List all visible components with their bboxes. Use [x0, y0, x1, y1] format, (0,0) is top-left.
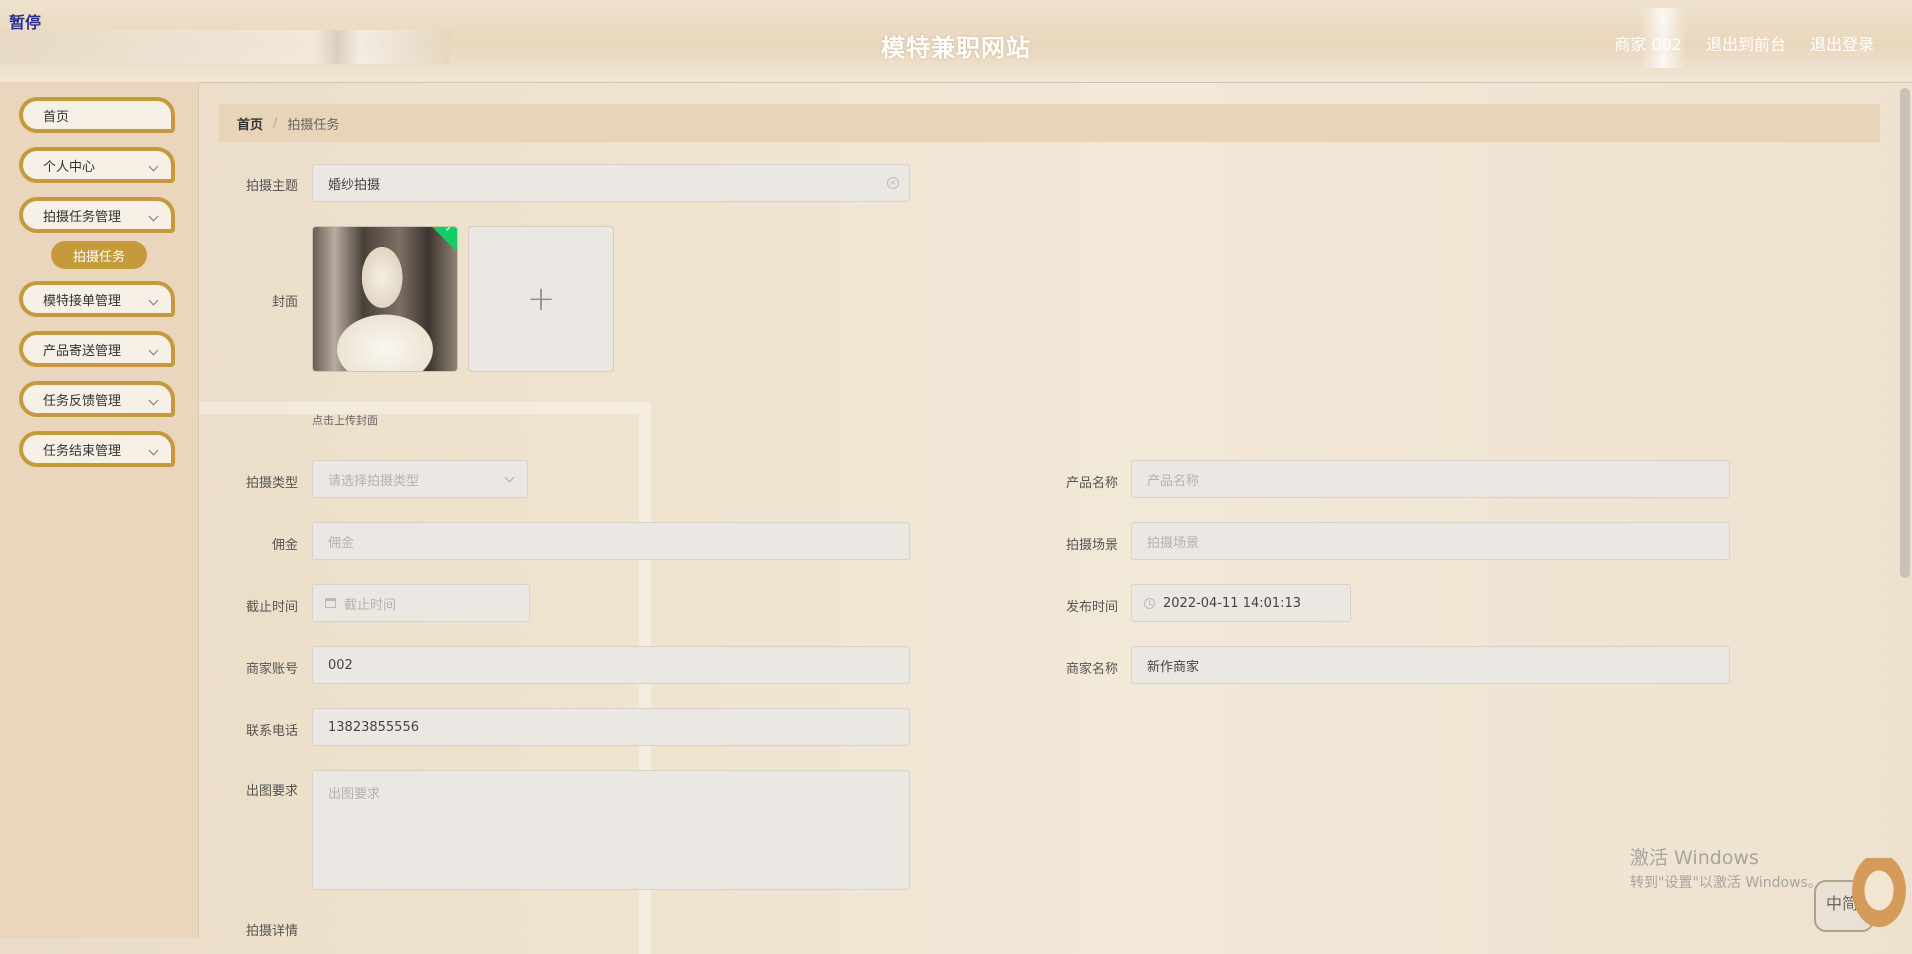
account-label: 商家账号 [245, 662, 298, 677]
cover-label: 封面 [271, 295, 298, 310]
breadcrumb-home[interactable]: 首页 [237, 114, 263, 133]
detail-label: 拍摄详情 [245, 924, 298, 939]
deadline-placeholder: 截止时间 [344, 597, 397, 613]
chevron-down-icon [148, 295, 159, 306]
dog-mascot-icon [1850, 858, 1908, 930]
type-placeholder: 请选择拍摄类型 [328, 473, 420, 489]
merchant-input[interactable]: 新作商家 [1131, 646, 1730, 684]
sidebar-subitem-shoot-task[interactable]: 拍摄任务 [51, 241, 147, 269]
sidebar-item-label: 任务反馈管理 [43, 393, 122, 409]
chevron-down-icon [148, 161, 159, 172]
deadline-picker[interactable]: 截止时间 [312, 584, 530, 622]
subject-input[interactable]: 婚纱拍摄 × [312, 164, 910, 202]
windows-activation-watermark: 激活 Windows 转到"设置"以激活 Windows。 [1630, 843, 1822, 892]
subject-label: 拍摄主题 [245, 179, 298, 194]
subject-value: 婚纱拍摄 [328, 177, 381, 193]
logout-link[interactable]: 退出登录 [1810, 31, 1874, 55]
account-input[interactable]: 002 [312, 646, 910, 684]
cover-upload-hint: 点击上传封面 [312, 414, 378, 427]
type-label: 拍摄类型 [245, 476, 298, 491]
cover-image[interactable]: ✓ [312, 226, 458, 372]
scene-input[interactable]: 拍摄场景 [1131, 522, 1730, 560]
sidebar-item-shoot-task-mgmt[interactable]: 拍摄任务管理 [19, 197, 175, 233]
phone-input[interactable]: 13823855556 [312, 708, 910, 746]
breadcrumb-separator: / [273, 115, 278, 131]
top-header: 暂停 模特兼职网站 商家 002 退出到前台 退出登录 [0, 0, 1912, 83]
sidebar-menu: 首页 个人中心 拍摄任务管理 拍摄任务 模特接单管理 产品寄送管理 任务反馈管理… [19, 97, 175, 481]
commission-placeholder: 佣金 [328, 535, 355, 551]
phone-label: 联系电话 [245, 724, 298, 739]
sidebar-item-home[interactable]: 首页 [19, 97, 175, 133]
chevron-down-icon [504, 472, 515, 483]
watermark-subtitle: 转到"设置"以激活 Windows。 [1630, 875, 1822, 891]
merchant-label: 商家名称 [1065, 662, 1118, 677]
phone-value: 13823855556 [328, 719, 419, 735]
scene-label: 拍摄场景 [1065, 538, 1118, 553]
clear-icon[interactable]: × [887, 177, 899, 189]
requirement-textarea[interactable] [312, 770, 910, 890]
sidebar-item-profile[interactable]: 个人中心 [19, 147, 175, 183]
back-to-front-link[interactable]: 退出到前台 [1706, 31, 1786, 55]
watermark-title: 激活 Windows [1630, 847, 1759, 869]
upload-success-badge: ✓ [428, 226, 457, 251]
product-label: 产品名称 [1065, 476, 1118, 491]
sidebar-item-label: 首页 [43, 109, 70, 125]
account-value: 002 [328, 657, 353, 673]
deadline-label: 截止时间 [245, 600, 298, 615]
chevron-down-icon [148, 445, 159, 456]
plus-icon: + [526, 279, 556, 319]
merchant-value: 新作商家 [1147, 659, 1200, 675]
sidebar-item-model-order-mgmt[interactable]: 模特接单管理 [19, 281, 175, 317]
publish-label: 发布时间 [1065, 600, 1118, 615]
sidebar-item-label: 模特接单管理 [43, 293, 122, 309]
sidebar: 首页 个人中心 拍摄任务管理 拍摄任务 模特接单管理 产品寄送管理 任务反馈管理… [0, 82, 199, 938]
type-select[interactable]: 请选择拍摄类型 [312, 460, 528, 498]
commission-input[interactable]: 佣金 [312, 522, 910, 560]
breadcrumb: 首页 / 拍摄任务 [219, 104, 1880, 142]
clock-icon [1144, 597, 1155, 609]
requirement-label: 出图要求 [245, 784, 298, 799]
commission-label: 佣金 [271, 538, 298, 553]
chevron-down-icon [148, 395, 159, 406]
header-actions: 商家 002 退出到前台 退出登录 [1614, 31, 1874, 55]
sidebar-item-task-feedback-mgmt[interactable]: 任务反馈管理 [19, 381, 175, 417]
sidebar-item-label: 产品寄送管理 [43, 343, 122, 359]
scene-placeholder: 拍摄场景 [1147, 535, 1200, 551]
sidebar-item-task-end-mgmt[interactable]: 任务结束管理 [19, 431, 175, 467]
current-user: 商家 002 [1614, 35, 1682, 54]
chevron-down-icon [148, 211, 159, 222]
breadcrumb-current: 拍摄任务 [287, 117, 340, 133]
sidebar-item-product-shipping-mgmt[interactable]: 产品寄送管理 [19, 331, 175, 367]
publish-time-picker[interactable]: 2022-04-11 14:01:13 [1131, 584, 1351, 622]
sidebar-item-label: 拍摄任务管理 [43, 209, 122, 225]
cover-upload-button[interactable]: + [468, 226, 614, 372]
page-scrollbar[interactable] [1900, 88, 1910, 578]
sidebar-item-label: 任务结束管理 [43, 443, 122, 459]
calendar-icon [325, 598, 336, 608]
sidebar-item-label: 个人中心 [43, 159, 96, 175]
publish-value: 2022-04-11 14:01:13 [1163, 595, 1302, 611]
product-placeholder: 产品名称 [1147, 473, 1200, 489]
chevron-down-icon [148, 345, 159, 356]
check-icon: ✓ [444, 226, 454, 235]
product-input[interactable]: 产品名称 [1131, 460, 1730, 498]
